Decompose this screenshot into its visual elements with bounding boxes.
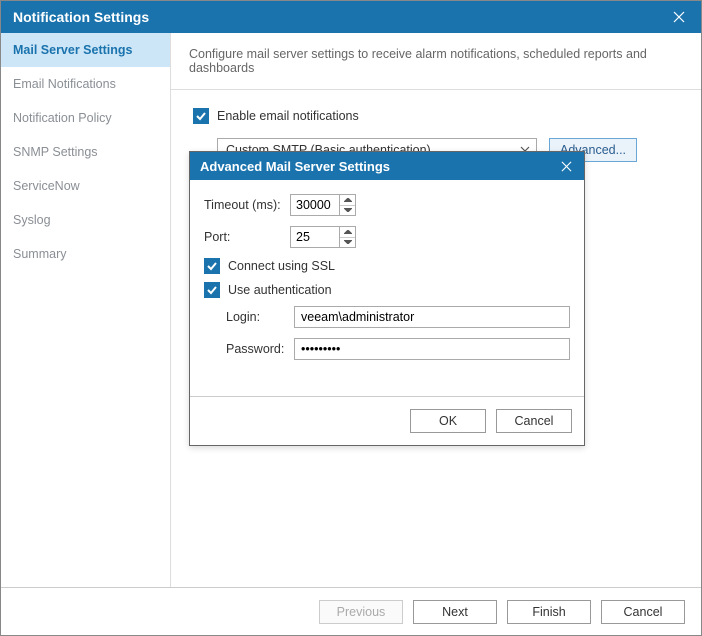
login-label: Login: xyxy=(226,310,294,324)
dialog-titlebar: Advanced Mail Server Settings xyxy=(190,152,584,180)
sidebar-item-notification-policy[interactable]: Notification Policy xyxy=(1,101,170,135)
finish-button-label: Finish xyxy=(532,605,565,619)
next-button-label: Next xyxy=(442,605,468,619)
close-icon[interactable] xyxy=(667,5,691,29)
previous-button-label: Previous xyxy=(337,605,386,619)
password-row: Password: xyxy=(226,338,570,360)
login-input[interactable] xyxy=(294,306,570,328)
sidebar-item-label: Mail Server Settings xyxy=(13,43,133,57)
ok-button[interactable]: OK xyxy=(410,409,486,433)
sidebar-item-email-notifications[interactable]: Email Notifications xyxy=(1,67,170,101)
sidebar-item-mail-server-settings[interactable]: Mail Server Settings xyxy=(1,33,170,67)
wizard-footer: Previous Next Finish Cancel xyxy=(1,587,701,635)
ssl-row: Connect using SSL xyxy=(204,258,570,274)
auth-row: Use authentication xyxy=(204,282,570,298)
ssl-checkbox[interactable] xyxy=(204,258,220,274)
login-row: Login: xyxy=(226,306,570,328)
port-row: Port: xyxy=(204,226,570,248)
previous-button: Previous xyxy=(319,600,403,624)
port-spinner xyxy=(290,226,356,248)
timeout-step-up[interactable] xyxy=(340,195,355,206)
timeout-label: Timeout (ms): xyxy=(204,198,290,212)
notification-settings-window: Notification Settings Mail Server Settin… xyxy=(0,0,702,636)
sidebar-item-label: Summary xyxy=(13,247,66,261)
titlebar: Notification Settings xyxy=(1,1,701,33)
auth-checkbox[interactable] xyxy=(204,282,220,298)
sidebar-item-snmp-settings[interactable]: SNMP Settings xyxy=(1,135,170,169)
main-panel: Configure mail server settings to receiv… xyxy=(171,33,701,587)
auth-label: Use authentication xyxy=(228,283,332,297)
ok-button-label: OK xyxy=(439,414,457,428)
timeout-input[interactable] xyxy=(291,195,339,215)
ssl-label: Connect using SSL xyxy=(228,259,335,273)
sidebar-item-label: SNMP Settings xyxy=(13,145,98,159)
advanced-mail-server-dialog: Advanced Mail Server Settings Timeout (m… xyxy=(189,151,585,446)
auth-fields: Login: Password: xyxy=(226,306,570,360)
enable-email-checkbox[interactable] xyxy=(193,108,209,124)
sidebar-item-servicenow[interactable]: ServiceNow xyxy=(1,169,170,203)
sidebar-item-label: Notification Policy xyxy=(13,111,112,125)
page-description: Configure mail server settings to receiv… xyxy=(171,33,701,90)
enable-email-row: Enable email notifications xyxy=(193,108,679,124)
cancel-button[interactable]: Cancel xyxy=(496,409,572,433)
port-label: Port: xyxy=(204,230,290,244)
body-area: Mail Server Settings Email Notifications… xyxy=(1,33,701,587)
finish-button[interactable]: Finish xyxy=(507,600,591,624)
window-title: Notification Settings xyxy=(13,9,149,25)
port-input[interactable] xyxy=(291,227,339,247)
enable-email-label: Enable email notifications xyxy=(217,109,359,123)
port-step-down[interactable] xyxy=(340,238,355,248)
cancel-button-label: Cancel xyxy=(515,414,554,428)
dialog-body: Timeout (ms): Port: xyxy=(190,180,584,396)
wizard-cancel-button-label: Cancel xyxy=(624,605,663,619)
timeout-spinner xyxy=(290,194,356,216)
timeout-row: Timeout (ms): xyxy=(204,194,570,216)
port-stepper xyxy=(339,227,355,247)
sidebar-item-label: ServiceNow xyxy=(13,179,80,193)
timeout-stepper xyxy=(339,195,355,215)
next-button[interactable]: Next xyxy=(413,600,497,624)
wizard-cancel-button[interactable]: Cancel xyxy=(601,600,685,624)
sidebar-item-syslog[interactable]: Syslog xyxy=(1,203,170,237)
sidebar: Mail Server Settings Email Notifications… xyxy=(1,33,171,587)
sidebar-item-label: Syslog xyxy=(13,213,51,227)
password-input[interactable] xyxy=(294,338,570,360)
sidebar-item-summary[interactable]: Summary xyxy=(1,237,170,271)
timeout-step-down[interactable] xyxy=(340,206,355,216)
sidebar-item-label: Email Notifications xyxy=(13,77,116,91)
dialog-close-icon[interactable] xyxy=(556,156,576,176)
dialog-footer: OK Cancel xyxy=(190,396,584,445)
port-step-up[interactable] xyxy=(340,227,355,238)
password-label: Password: xyxy=(226,342,294,356)
dialog-title: Advanced Mail Server Settings xyxy=(200,159,390,174)
